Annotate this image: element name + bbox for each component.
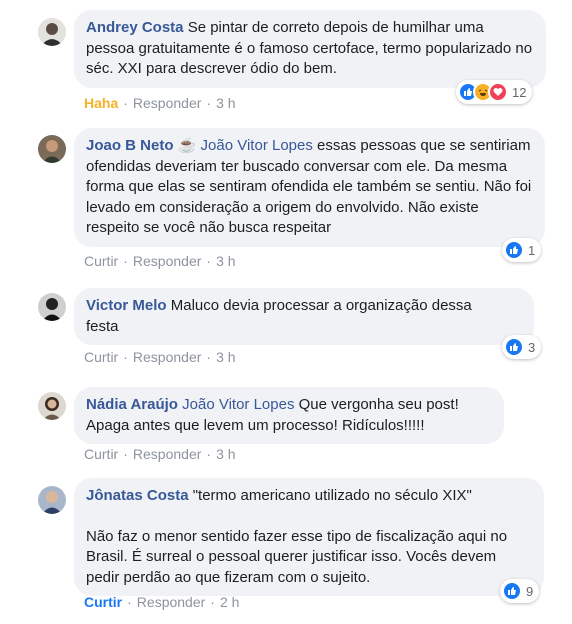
comment-author[interactable]: Joao B Neto bbox=[86, 137, 174, 154]
timestamp[interactable]: 3 h bbox=[216, 95, 235, 111]
comment-jonatas: Jônatas Costa "termo americano utilizado… bbox=[0, 475, 572, 624]
reaction-summary[interactable]: 3 bbox=[502, 335, 542, 359]
coffee-badge-icon: ☕ bbox=[177, 137, 197, 154]
comment-quote: "termo americano utilizado no século XIX… bbox=[192, 487, 472, 504]
love-icon bbox=[488, 82, 508, 102]
comment-victor: Victor Melo Maluco devia processar a org… bbox=[0, 275, 572, 375]
comment-bubble: Joao B Neto ☕ João Vitor Lopes essas pes… bbox=[74, 128, 545, 247]
reaction-count: 1 bbox=[528, 242, 536, 258]
mention-link[interactable]: João Vitor Lopes bbox=[201, 137, 313, 154]
reaction-summary[interactable]: 9 bbox=[500, 579, 540, 603]
reply-button[interactable]: Responder bbox=[133, 349, 202, 365]
avatar[interactable] bbox=[38, 135, 66, 163]
reaction-summary[interactable]: 1 bbox=[502, 238, 542, 262]
timestamp[interactable]: 2 h bbox=[220, 594, 239, 610]
avatar[interactable] bbox=[38, 18, 66, 46]
reaction-count: 12 bbox=[512, 84, 527, 100]
comment-bubble: Andrey Costa Se pintar de correto depois… bbox=[74, 10, 546, 88]
like-icon bbox=[504, 337, 524, 357]
mention-link[interactable]: João Vitor Lopes bbox=[182, 396, 294, 413]
comment-actions: Haha · Responder · 3 h bbox=[84, 95, 236, 111]
comment-text: Não faz o menor sentido fazer esse tipo … bbox=[86, 527, 508, 586]
avatar[interactable] bbox=[38, 392, 66, 420]
reply-button[interactable]: Responder bbox=[133, 95, 202, 111]
haha-reaction-button[interactable]: Haha bbox=[84, 95, 118, 111]
comment-author[interactable]: Jônatas Costa bbox=[86, 487, 189, 504]
like-button[interactable]: Curtir bbox=[84, 446, 118, 462]
like-icon bbox=[504, 240, 524, 260]
comment-author[interactable]: Victor Melo bbox=[86, 297, 167, 314]
comment-bubble: Victor Melo Maluco devia processar a org… bbox=[74, 288, 534, 345]
reply-button[interactable]: Responder bbox=[133, 446, 202, 462]
comment-actions: Curtir · Responder · 3 h bbox=[84, 446, 236, 462]
comment-actions: Curtir · Responder · 3 h bbox=[84, 349, 236, 365]
comment-bubble: Nádia Araújo João Vitor Lopes Que vergon… bbox=[74, 387, 504, 444]
comment-actions: Curtir · Responder · 2 h bbox=[84, 594, 240, 610]
avatar[interactable] bbox=[38, 486, 66, 514]
timestamp[interactable]: 3 h bbox=[216, 349, 235, 365]
comment-joao: Joao B Neto ☕ João Vitor Lopes essas pes… bbox=[0, 115, 572, 275]
comment-andrey: Andrey Costa Se pintar de correto depois… bbox=[0, 0, 572, 115]
like-button[interactable]: Curtir bbox=[84, 253, 118, 269]
like-button[interactable]: Curtir bbox=[84, 594, 122, 610]
reply-button[interactable]: Responder bbox=[133, 253, 202, 269]
comment-actions: Curtir · Responder · 3 h bbox=[84, 253, 236, 269]
comment-author[interactable]: Nádia Araújo bbox=[86, 396, 178, 413]
like-button[interactable]: Curtir bbox=[84, 349, 118, 365]
timestamp[interactable]: 3 h bbox=[216, 446, 235, 462]
comment-author[interactable]: Andrey Costa bbox=[86, 19, 184, 36]
reaction-count: 9 bbox=[526, 583, 534, 599]
like-icon bbox=[502, 581, 522, 601]
comment-nadia: Nádia Araújo João Vitor Lopes Que vergon… bbox=[0, 375, 572, 475]
comment-bubble: Jônatas Costa "termo americano utilizado… bbox=[74, 478, 544, 596]
timestamp[interactable]: 3 h bbox=[216, 253, 235, 269]
reply-button[interactable]: Responder bbox=[137, 594, 206, 610]
reaction-summary[interactable]: 12 bbox=[456, 80, 533, 104]
avatar[interactable] bbox=[38, 293, 66, 321]
reaction-count: 3 bbox=[528, 339, 536, 355]
